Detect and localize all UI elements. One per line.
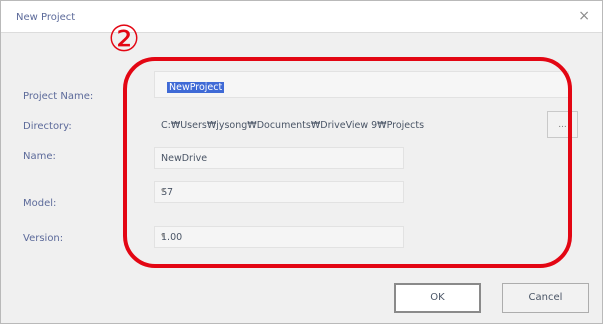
dialog-title: New Project [16, 12, 76, 23]
highlight-outline [123, 57, 572, 268]
version-label: Version: [23, 233, 64, 244]
directory-label: Directory: [23, 121, 72, 132]
step-marker-number: ② [108, 19, 140, 60]
title-bar: New Project × [1, 1, 602, 33]
cancel-button[interactable]: Cancel [502, 283, 589, 313]
new-project-dialog: New Project × ② Project Name: NewProject… [0, 0, 603, 324]
name-label: Name: [23, 151, 56, 162]
ok-button[interactable]: OK [394, 283, 481, 313]
model-label: Model: [23, 198, 57, 209]
close-icon[interactable]: × [578, 8, 590, 24]
step-marker: ② [108, 19, 140, 60]
project-name-label: Project Name: [23, 91, 94, 102]
